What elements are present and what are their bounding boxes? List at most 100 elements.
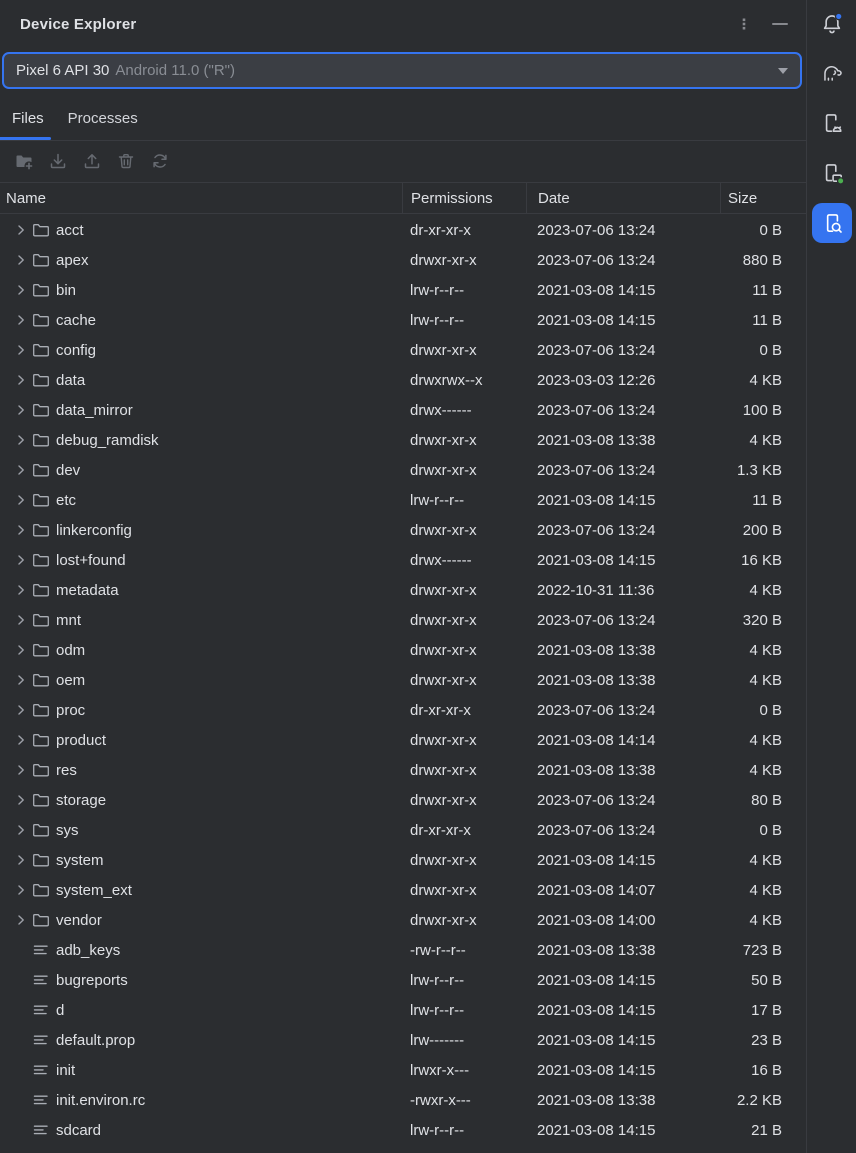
table-row[interactable]: res drwxr-xr-x 2021-03-08 13:38 4 KB <box>0 755 806 785</box>
chevron-right-icon[interactable] <box>13 432 29 448</box>
table-row[interactable]: mnt drwxr-xr-x 2023-07-06 13:24 320 B <box>0 605 806 635</box>
entry-name-cell: odm <box>0 635 402 665</box>
column-header-date[interactable]: Date <box>526 183 720 213</box>
entry-name-cell: d <box>0 995 402 1025</box>
file-icon <box>32 1032 50 1048</box>
panel-titlebar: Device Explorer <box>0 0 806 48</box>
chevron-right-icon[interactable] <box>13 312 29 328</box>
table-row[interactable]: init.environ.rc -rwxr-x--- 2021-03-08 13… <box>0 1085 806 1115</box>
column-header-name[interactable]: Name <box>0 183 402 213</box>
file-tree: acct dr-xr-xr-x 2023-07-06 13:24 0 B ape… <box>0 215 806 1145</box>
column-header-size[interactable]: Size <box>720 183 806 213</box>
chevron-right-icon[interactable] <box>13 732 29 748</box>
chevron-right-icon[interactable] <box>13 462 29 478</box>
table-row[interactable]: bin lrw-r--r-- 2021-03-08 14:15 11 B <box>0 275 806 305</box>
chevron-right-icon[interactable] <box>13 402 29 418</box>
entry-date: 2021-03-08 14:15 <box>526 995 720 1025</box>
table-row[interactable]: apex drwxr-xr-x 2023-07-06 13:24 880 B <box>0 245 806 275</box>
page-title: Device Explorer <box>20 16 136 33</box>
table-row[interactable]: adb_keys -rw-r--r-- 2021-03-08 13:38 723… <box>0 935 806 965</box>
table-row[interactable]: config drwxr-xr-x 2023-07-06 13:24 0 B <box>0 335 806 365</box>
upload-icon[interactable] <box>80 149 104 173</box>
more-options-icon[interactable] <box>732 12 756 36</box>
file-icon <box>32 972 50 988</box>
entry-name-cell: linkerconfig <box>0 515 402 545</box>
table-row[interactable]: sys dr-xr-xr-x 2023-07-06 13:24 0 B <box>0 815 806 845</box>
table-row[interactable]: product drwxr-xr-x 2021-03-08 14:14 4 KB <box>0 725 806 755</box>
chevron-right-icon[interactable] <box>13 792 29 808</box>
table-row[interactable]: storage drwxr-xr-x 2023-07-06 13:24 80 B <box>0 785 806 815</box>
table-row[interactable]: metadata drwxr-xr-x 2022-10-31 11:36 4 K… <box>0 575 806 605</box>
chevron-right-icon[interactable] <box>13 582 29 598</box>
device-explorer-icon[interactable] <box>812 203 852 243</box>
folder-icon <box>32 522 50 538</box>
table-row[interactable]: system drwxr-xr-x 2021-03-08 14:15 4 KB <box>0 845 806 875</box>
folder-icon <box>32 762 50 778</box>
minimize-icon[interactable] <box>768 12 792 36</box>
chevron-right-icon[interactable] <box>13 762 29 778</box>
table-row[interactable]: lost+found drwx------ 2021-03-08 14:15 1… <box>0 545 806 575</box>
chevron-right-icon[interactable] <box>13 912 29 928</box>
device-manager-icon[interactable] <box>812 103 852 143</box>
delete-icon[interactable] <box>114 149 138 173</box>
table-row[interactable]: etc lrw-r--r-- 2021-03-08 14:15 11 B <box>0 485 806 515</box>
entry-permissions: lrw-r--r-- <box>402 305 526 335</box>
table-row[interactable]: init lrwxr-x--- 2021-03-08 14:15 16 B <box>0 1055 806 1085</box>
table-row[interactable]: dev drwxr-xr-x 2023-07-06 13:24 1.3 KB <box>0 455 806 485</box>
table-row[interactable]: proc dr-xr-xr-x 2023-07-06 13:24 0 B <box>0 695 806 725</box>
table-row[interactable]: d lrw-r--r-- 2021-03-08 14:15 17 B <box>0 995 806 1025</box>
chevron-right-icon[interactable] <box>13 552 29 568</box>
entry-name-cell: init.environ.rc <box>0 1085 402 1115</box>
table-row[interactable]: vendor drwxr-xr-x 2021-03-08 14:00 4 KB <box>0 905 806 935</box>
table-row[interactable]: bugreports lrw-r--r-- 2021-03-08 14:15 5… <box>0 965 806 995</box>
entry-name: default.prop <box>56 1032 135 1049</box>
chevron-right-icon[interactable] <box>13 612 29 628</box>
chevron-right-icon[interactable] <box>13 492 29 508</box>
table-row[interactable]: odm drwxr-xr-x 2021-03-08 13:38 4 KB <box>0 635 806 665</box>
chevron-right-icon[interactable] <box>13 672 29 688</box>
table-row[interactable]: oem drwxr-xr-x 2021-03-08 13:38 4 KB <box>0 665 806 695</box>
table-row[interactable]: data drwxrwx--x 2023-03-03 12:26 4 KB <box>0 365 806 395</box>
gradle-icon[interactable] <box>812 53 852 93</box>
chevron-right-icon[interactable] <box>13 342 29 358</box>
column-header-permissions[interactable]: Permissions <box>402 183 526 213</box>
entry-date: 2023-07-06 13:24 <box>526 455 720 485</box>
download-icon[interactable] <box>46 149 70 173</box>
chevron-down-icon <box>778 68 788 74</box>
chevron-right-icon[interactable] <box>13 882 29 898</box>
table-row[interactable]: system_ext drwxr-xr-x 2021-03-08 14:07 4… <box>0 875 806 905</box>
new-folder-icon[interactable] <box>12 149 36 173</box>
table-row[interactable]: sdcard lrw-r--r-- 2021-03-08 14:15 21 B <box>0 1115 806 1145</box>
device-selector-dropdown[interactable]: Pixel 6 API 30 Android 11.0 ("R") <box>2 52 802 89</box>
chevron-right-icon[interactable] <box>13 702 29 718</box>
table-row[interactable]: debug_ramdisk drwxr-xr-x 2021-03-08 13:3… <box>0 425 806 455</box>
chevron-right-icon[interactable] <box>13 252 29 268</box>
tab-files[interactable]: Files <box>0 96 56 141</box>
entry-name-cell: vendor <box>0 905 402 935</box>
chevron-right-icon[interactable] <box>13 282 29 298</box>
running-devices-icon[interactable] <box>812 153 852 193</box>
synchronize-icon[interactable] <box>148 149 172 173</box>
chevron-right-icon[interactable] <box>13 852 29 868</box>
chevron-right-icon[interactable] <box>13 372 29 388</box>
entry-name: product <box>56 732 106 749</box>
entry-name: d <box>56 1002 64 1019</box>
table-row[interactable]: cache lrw-r--r-- 2021-03-08 14:15 11 B <box>0 305 806 335</box>
entry-date: 2023-07-06 13:24 <box>526 785 720 815</box>
device-name: Pixel 6 API 30 <box>16 62 109 79</box>
chevron-right-icon[interactable] <box>13 642 29 658</box>
entry-name: dev <box>56 462 80 479</box>
chevron-right-icon[interactable] <box>13 522 29 538</box>
table-row[interactable]: acct dr-xr-xr-x 2023-07-06 13:24 0 B <box>0 215 806 245</box>
entry-size: 11 B <box>720 485 806 515</box>
entry-size: 4 KB <box>720 635 806 665</box>
entry-name-cell: oem <box>0 665 402 695</box>
tab-processes[interactable]: Processes <box>56 96 150 141</box>
chevron-right-icon[interactable] <box>13 822 29 838</box>
notifications-icon[interactable] <box>812 4 852 44</box>
table-row[interactable]: data_mirror drwx------ 2023-07-06 13:24 … <box>0 395 806 425</box>
chevron-right-icon[interactable] <box>13 222 29 238</box>
table-row[interactable]: default.prop lrw------- 2021-03-08 14:15… <box>0 1025 806 1055</box>
entry-size: 1.3 KB <box>720 455 806 485</box>
table-row[interactable]: linkerconfig drwxr-xr-x 2023-07-06 13:24… <box>0 515 806 545</box>
